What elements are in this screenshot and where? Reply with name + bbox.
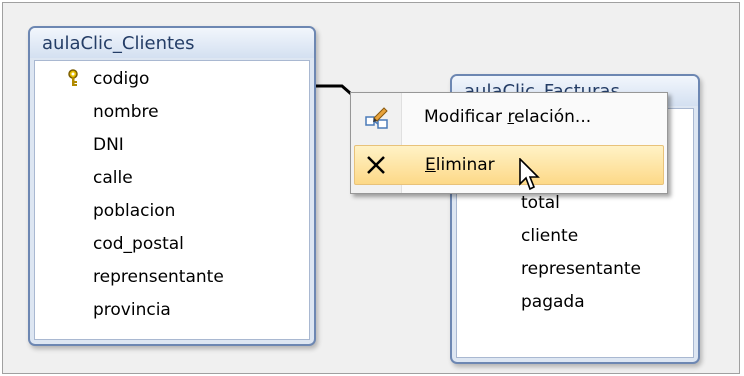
field-cod-postal[interactable]: cod_postal: [93, 234, 184, 254]
field-calle[interactable]: calle: [93, 168, 133, 188]
menu-item-modify-relationship[interactable]: Modificar relación...: [354, 98, 664, 138]
menu-item-label: Eliminar: [425, 155, 495, 175]
mouse-cursor-icon: [519, 158, 540, 191]
field-representante[interactable]: representante: [521, 259, 641, 279]
context-menu[interactable]: Modificar relación... Eliminar: [350, 92, 668, 194]
field-provincia[interactable]: provincia: [93, 300, 171, 320]
key-icon: [67, 69, 79, 91]
field-reprensentante[interactable]: reprensentante: [93, 267, 224, 287]
field-cliente[interactable]: cliente: [521, 226, 578, 246]
field-nombre[interactable]: nombre: [93, 102, 159, 122]
table-window-clientes[interactable]: aulaClic_Clientes codigo nombre DNI call…: [28, 26, 316, 346]
menu-item-delete[interactable]: Eliminar: [354, 145, 664, 185]
field-total[interactable]: total: [521, 193, 560, 213]
table-title[interactable]: aulaClic_Clientes: [30, 28, 314, 58]
field-list[interactable]: codigo nombre DNI calle poblacion cod_po…: [34, 60, 310, 340]
menu-item-label: Modificar relación...: [424, 107, 592, 127]
field-poblacion[interactable]: poblacion: [93, 201, 175, 221]
field-dni[interactable]: DNI: [93, 135, 124, 155]
field-pagada[interactable]: pagada: [521, 292, 585, 312]
edit-relationship-icon: [364, 105, 390, 135]
field-codigo[interactable]: codigo: [93, 69, 149, 89]
delete-x-icon: [365, 154, 387, 180]
